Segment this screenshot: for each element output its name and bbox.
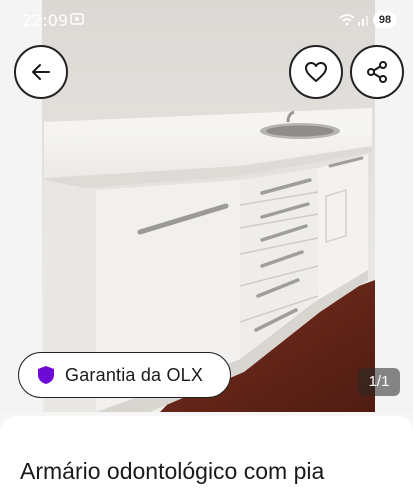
- details-sheet: [0, 412, 413, 500]
- guarantee-label: Garantia da OLX: [65, 364, 204, 385]
- shield-icon: [38, 366, 54, 384]
- screen-record-icon: [70, 13, 84, 25]
- share-icon: [367, 61, 387, 83]
- wifi-signal-icon: [339, 14, 368, 26]
- image-counter: 1/1: [358, 368, 400, 396]
- favorite-button[interactable]: [289, 45, 343, 99]
- status-bar: 22:09 98: [0, 0, 413, 42]
- status-time: 22:09: [22, 11, 69, 30]
- guarantee-badge[interactable]: Garantia da OLX: [18, 352, 231, 398]
- back-button[interactable]: [14, 45, 68, 99]
- arrow-left-icon: [32, 64, 50, 80]
- battery-indicator: 98: [373, 12, 397, 28]
- listing-title: Armário odontológico com pia: [20, 458, 325, 484]
- share-button[interactable]: [350, 45, 404, 99]
- heart-icon: [305, 62, 327, 82]
